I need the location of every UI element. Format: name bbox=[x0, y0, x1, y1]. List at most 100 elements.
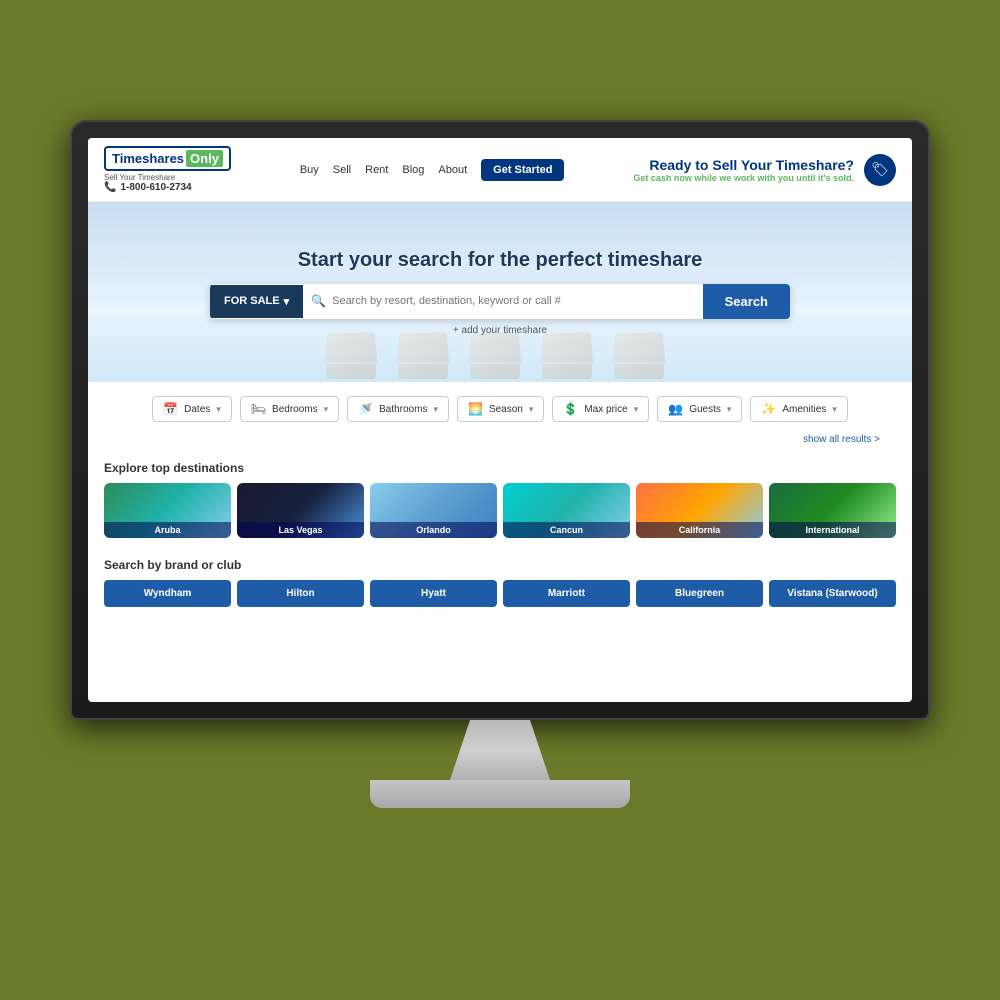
nav-links: Buy Sell Rent Blog About Get Started bbox=[300, 159, 565, 181]
brands-grid: Wyndham Hilton Hyatt Marriott Bluegreen … bbox=[104, 580, 896, 607]
filter-dates[interactable]: 📅 Dates ▾ bbox=[152, 396, 232, 422]
site-header: Timeshares Only Sell Your Timeshare 📞 1-… bbox=[88, 138, 912, 202]
hero-title: Start your search for the perfect timesh… bbox=[298, 249, 703, 272]
chair-back bbox=[397, 333, 449, 363]
monitor-stand-base bbox=[370, 780, 630, 808]
beach-chair-4 bbox=[542, 332, 602, 372]
sell-promo-rest: while we work with you until it's sold. bbox=[692, 173, 854, 183]
chair-seat bbox=[614, 364, 664, 379]
chair-seat bbox=[470, 364, 520, 379]
nav-rent[interactable]: Rent bbox=[365, 164, 388, 176]
dest-orlando[interactable]: Orlando bbox=[370, 483, 497, 538]
filter-season-label: Season bbox=[489, 404, 523, 415]
dest-california[interactable]: California bbox=[636, 483, 763, 538]
brand-wyndham[interactable]: Wyndham bbox=[104, 580, 231, 607]
filter-maxprice[interactable]: 💲 Max price ▾ bbox=[552, 396, 649, 422]
chair-back bbox=[469, 333, 521, 363]
filter-season[interactable]: 🌅 Season ▾ bbox=[457, 396, 544, 422]
get-started-button[interactable]: Get Started bbox=[481, 159, 564, 181]
filter-bedrooms-label: Bedrooms bbox=[272, 404, 318, 415]
bedrooms-arrow: ▾ bbox=[324, 404, 329, 415]
monitor-body: Timeshares Only Sell Your Timeshare 📞 1-… bbox=[70, 120, 930, 720]
brand-hyatt[interactable]: Hyatt bbox=[370, 580, 497, 607]
chair-seat bbox=[542, 364, 592, 379]
chair-back bbox=[325, 333, 377, 363]
screen: Timeshares Only Sell Your Timeshare 📞 1-… bbox=[88, 138, 912, 702]
logo-section: Timeshares Only Sell Your Timeshare 📞 1-… bbox=[104, 146, 231, 193]
season-arrow: ▾ bbox=[529, 404, 534, 415]
filter-guests[interactable]: 👥 Guests ▾ bbox=[657, 396, 742, 422]
sell-promo-cash: Get cash now bbox=[633, 173, 692, 183]
dates-icon: 📅 bbox=[163, 402, 178, 416]
dest-orlando-label: Orlando bbox=[370, 522, 497, 538]
nav-buy[interactable]: Buy bbox=[300, 164, 319, 176]
logo-timeshares-text: Timeshares bbox=[112, 151, 184, 166]
maxprice-arrow: ▾ bbox=[634, 404, 639, 415]
phone-icon: 📞 bbox=[104, 182, 116, 193]
dest-california-label: California bbox=[636, 522, 763, 538]
hero-content: Start your search for the perfect timesh… bbox=[298, 249, 703, 272]
beach-chair-2 bbox=[398, 332, 458, 372]
show-all-link[interactable]: show all results > bbox=[104, 434, 896, 445]
season-icon: 🌅 bbox=[468, 402, 483, 416]
brand-vistana[interactable]: Vistana (Starwood) bbox=[769, 580, 896, 607]
monitor-stand-neck bbox=[450, 720, 550, 780]
search-input-area: 🔍 bbox=[303, 294, 702, 308]
filter-bathrooms-label: Bathrooms bbox=[379, 404, 427, 415]
header-right: Ready to Sell Your Timeshare? Get cash n… bbox=[633, 154, 896, 186]
search-input[interactable] bbox=[332, 295, 695, 307]
for-sale-label: FOR SALE bbox=[224, 295, 280, 307]
filter-amenities-label: Amenities bbox=[782, 404, 826, 415]
chair-back bbox=[613, 333, 665, 363]
for-sale-button[interactable]: FOR SALE ▾ bbox=[210, 285, 303, 318]
nav-sell[interactable]: Sell bbox=[333, 164, 351, 176]
search-bar: FOR SALE ▾ 🔍 Search bbox=[210, 284, 790, 319]
filter-dates-label: Dates bbox=[184, 404, 210, 415]
destinations-title: Explore top destinations bbox=[104, 461, 896, 475]
filter-amenities[interactable]: ✨ Amenities ▾ bbox=[750, 396, 847, 422]
dest-aruba[interactable]: Aruba bbox=[104, 483, 231, 538]
sell-promo: Ready to Sell Your Timeshare? Get cash n… bbox=[633, 157, 854, 183]
search-button[interactable]: Search bbox=[703, 284, 790, 319]
dest-lasvegas[interactable]: Las Vegas bbox=[237, 483, 364, 538]
add-timeshare-link[interactable]: + add your timeshare bbox=[453, 325, 547, 336]
amenities-icon: ✨ bbox=[761, 402, 776, 416]
bathrooms-icon: 🚿 bbox=[358, 402, 373, 416]
sell-promo-title: Ready to Sell Your Timeshare? bbox=[633, 157, 854, 173]
nav-about[interactable]: About bbox=[438, 164, 467, 176]
filter-bar: 📅 Dates ▾ 🛏 Bedrooms ▾ 🚿 Bathrooms ▾ 🌅 S… bbox=[88, 382, 912, 451]
brand-hilton[interactable]: Hilton bbox=[237, 580, 364, 607]
dest-cancun[interactable]: Cancun bbox=[503, 483, 630, 538]
beach-chair-1 bbox=[326, 332, 386, 372]
destinations-grid: Aruba Las Vegas Orlando Cancun Californi… bbox=[104, 483, 896, 538]
logo-tagline: Sell Your Timeshare bbox=[104, 173, 175, 182]
sell-promo-subtitle: Get cash now while we work with you unti… bbox=[633, 173, 854, 183]
monitor-wrapper: Timeshares Only Sell Your Timeshare 📞 1-… bbox=[70, 120, 930, 840]
filter-bathrooms[interactable]: 🚿 Bathrooms ▾ bbox=[347, 396, 449, 422]
brands-title: Search by brand or club bbox=[104, 558, 896, 572]
filter-maxprice-label: Max price bbox=[584, 404, 627, 415]
dest-lasvegas-label: Las Vegas bbox=[237, 522, 364, 538]
dest-aruba-label: Aruba bbox=[104, 522, 231, 538]
destinations-section: Explore top destinations Aruba Las Vegas… bbox=[88, 451, 912, 548]
logo-phone: 📞 1-800-610-2734 bbox=[104, 182, 192, 193]
chair-back bbox=[541, 333, 593, 363]
tag-icon: 🏷 bbox=[864, 154, 896, 186]
nav-blog[interactable]: Blog bbox=[402, 164, 424, 176]
brand-marriott[interactable]: Marriott bbox=[503, 580, 630, 607]
price-icon: 💲 bbox=[563, 402, 578, 416]
filter-bedrooms[interactable]: 🛏 Bedrooms ▾ bbox=[240, 396, 339, 422]
brand-bluegreen[interactable]: Bluegreen bbox=[636, 580, 763, 607]
filter-guests-label: Guests bbox=[689, 404, 721, 415]
dest-cancun-label: Cancun bbox=[503, 522, 630, 538]
guests-icon: 👥 bbox=[668, 402, 683, 416]
logo-only-text: Only bbox=[186, 150, 223, 167]
dest-international[interactable]: International bbox=[769, 483, 896, 538]
chair-seat bbox=[398, 364, 448, 379]
search-icon: 🔍 bbox=[311, 294, 326, 308]
phone-number: 1-800-610-2734 bbox=[120, 182, 191, 193]
dest-international-label: International bbox=[769, 522, 896, 538]
bedrooms-icon: 🛏 bbox=[251, 402, 266, 416]
chair-seat bbox=[326, 364, 376, 379]
brands-section: Search by brand or club Wyndham Hilton H… bbox=[88, 548, 912, 617]
